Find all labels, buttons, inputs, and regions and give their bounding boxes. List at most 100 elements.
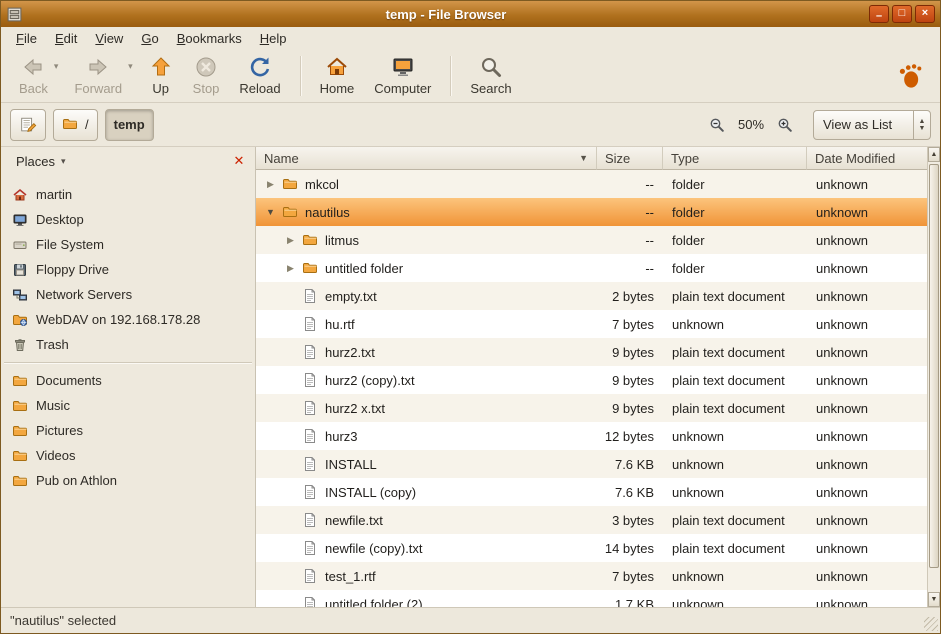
file-row-hurz3[interactable]: hurz312 bytesunknownunknown xyxy=(256,422,927,450)
menu-edit[interactable]: Edit xyxy=(46,29,86,48)
back-button[interactable]: Back xyxy=(9,52,58,99)
sidebar-close-button[interactable]: ✕ xyxy=(230,152,248,170)
titlebar[interactable]: temp - File Browser – □ × xyxy=(1,1,940,27)
menu-go[interactable]: Go xyxy=(132,29,167,48)
file-row-litmus[interactable]: ▶litmus--folderunknown xyxy=(256,226,927,254)
list-header: Name ▼ Size Type Date Modified xyxy=(256,147,927,170)
forward-button[interactable]: Forward xyxy=(64,52,132,99)
file-name: newfile (copy).txt xyxy=(325,541,423,556)
menu-bookmarks[interactable]: Bookmarks xyxy=(168,29,251,48)
reload-button[interactable]: Reload xyxy=(229,52,290,99)
column-header-date-modified[interactable]: Date Modified xyxy=(807,147,927,170)
minimize-button[interactable]: – xyxy=(869,5,889,23)
file-name: hu.rtf xyxy=(325,317,355,332)
home-label: Home xyxy=(320,81,355,96)
sidebar-item-desktop[interactable]: Desktop xyxy=(1,207,255,232)
sidebar-item-label: Pub on Athlon xyxy=(36,473,117,488)
chevron-down-icon: ▾ xyxy=(61,156,66,167)
maximize-button[interactable]: □ xyxy=(892,5,912,23)
scrollbar-track[interactable] xyxy=(928,162,940,592)
sidebar-item-pictures[interactable]: Pictures xyxy=(1,418,255,443)
sidebar-item-network-servers[interactable]: Network Servers xyxy=(1,282,255,307)
expander-expanded-icon[interactable]: ▼ xyxy=(263,207,278,217)
file-row-untitled-folder-2[interactable]: untitled folder (2)1.7 KBunknownunknown xyxy=(256,590,927,607)
file-name: nautilus xyxy=(305,205,350,220)
sidebar-item-label: Music xyxy=(36,398,70,413)
date-modified-cell: unknown xyxy=(807,597,927,608)
sidebar-item-label: Videos xyxy=(36,448,76,463)
sidebar-item-label: Floppy Drive xyxy=(36,262,109,277)
forward-history-dropdown-icon[interactable]: ▾ xyxy=(128,61,133,72)
menu-view[interactable]: View xyxy=(86,29,132,48)
stop-button[interactable]: Stop xyxy=(183,52,230,99)
back-icon xyxy=(21,55,45,79)
column-header-name[interactable]: Name ▼ xyxy=(256,147,597,170)
home-icon xyxy=(12,187,28,203)
up-button[interactable]: Up xyxy=(139,52,183,99)
edit-location-toggle[interactable] xyxy=(10,109,46,141)
scroll-down-icon[interactable]: ▼ xyxy=(928,592,940,607)
date-modified-cell: unknown xyxy=(807,177,927,192)
text-file-icon xyxy=(302,372,318,388)
text-file-icon xyxy=(302,456,318,472)
sidebar-item-martin[interactable]: martin xyxy=(1,182,255,207)
file-row-test-1-rtf[interactable]: test_1.rtf7 bytesunknownunknown xyxy=(256,562,927,590)
sidebar-item-file-system[interactable]: File System xyxy=(1,232,255,257)
scrollbar-thumb[interactable] xyxy=(929,164,939,568)
file-name: hurz2 x.txt xyxy=(325,401,385,416)
file-row-empty-txt[interactable]: empty.txt2 bytesplain text documentunkno… xyxy=(256,282,927,310)
expander-collapsed-icon[interactable]: ▶ xyxy=(283,263,298,274)
column-header-size[interactable]: Size xyxy=(597,147,663,170)
sidebar-item-pub-on-athlon[interactable]: Pub on Athlon xyxy=(1,468,255,493)
name-cell: newfile.txt xyxy=(256,512,597,528)
sidebar-item-documents[interactable]: Documents xyxy=(1,368,255,393)
menu-help[interactable]: Help xyxy=(251,29,296,48)
folder-icon xyxy=(302,232,318,248)
file-row-install[interactable]: INSTALL7.6 KBunknownunknown xyxy=(256,450,927,478)
desktop-icon xyxy=(12,212,28,228)
file-row-untitled-folder[interactable]: ▶untitled folder--folderunknown xyxy=(256,254,927,282)
size-cell: 2 bytes xyxy=(597,289,663,304)
file-row-hurz2-x-txt[interactable]: hurz2 x.txt9 bytesplain text documentunk… xyxy=(256,394,927,422)
home-button[interactable]: Home xyxy=(310,52,365,99)
column-header-type[interactable]: Type xyxy=(663,147,807,170)
file-row-hurz2-txt[interactable]: hurz2.txt9 bytesplain text documentunkno… xyxy=(256,338,927,366)
computer-button[interactable]: Computer xyxy=(364,52,441,99)
file-row-nautilus[interactable]: ▼nautilus--folderunknown xyxy=(256,198,927,226)
file-list-pane: Name ▼ Size Type Date Modified ▶mkcol--f… xyxy=(256,147,940,607)
sidebar-item-music[interactable]: Music xyxy=(1,393,255,418)
path-current-button[interactable]: temp xyxy=(105,109,154,141)
places-dropdown[interactable]: Places ▾ xyxy=(8,151,74,172)
name-cell: empty.txt xyxy=(256,288,597,304)
scroll-up-icon[interactable]: ▲ xyxy=(928,147,940,162)
resize-grip[interactable] xyxy=(924,617,938,631)
file-name: test_1.rtf xyxy=(325,569,376,584)
close-button[interactable]: × xyxy=(915,5,935,23)
file-name: mkcol xyxy=(305,177,339,192)
zoom-out-button[interactable] xyxy=(706,114,728,136)
file-row-mkcol[interactable]: ▶mkcol--folderunknown xyxy=(256,170,927,198)
sidebar-item-webdav-on-192-168-178-28[interactable]: WebDAV on 192.168.178.28 xyxy=(1,307,255,332)
file-name: untitled folder (2) xyxy=(325,597,423,608)
file-name: empty.txt xyxy=(325,289,377,304)
date-modified-cell: unknown xyxy=(807,429,927,444)
file-row-hu-rtf[interactable]: hu.rtf7 bytesunknownunknown xyxy=(256,310,927,338)
zoom-in-button[interactable] xyxy=(774,114,796,136)
expander-collapsed-icon[interactable]: ▶ xyxy=(283,235,298,246)
size-cell: -- xyxy=(597,261,663,276)
menu-file[interactable]: File xyxy=(7,29,46,48)
file-row-install-copy[interactable]: INSTALL (copy)7.6 KBunknownunknown xyxy=(256,478,927,506)
expander-collapsed-icon[interactable]: ▶ xyxy=(263,179,278,190)
view-mode-select[interactable]: View as List ▲▼ xyxy=(813,110,931,140)
file-row-hurz2-copy-txt[interactable]: hurz2 (copy).txt9 bytesplain text docume… xyxy=(256,366,927,394)
path-root-button[interactable]: / xyxy=(53,109,98,141)
file-row-newfile-txt[interactable]: newfile.txt3 bytesplain text documentunk… xyxy=(256,506,927,534)
sidebar-item-videos[interactable]: Videos xyxy=(1,443,255,468)
sidebar-item-floppy-drive[interactable]: Floppy Drive xyxy=(1,257,255,282)
search-button[interactable]: Search xyxy=(460,52,521,99)
file-row-newfile-copy-txt[interactable]: newfile (copy).txt14 bytesplain text doc… xyxy=(256,534,927,562)
name-cell: ▶ mkcol xyxy=(256,176,597,192)
vertical-scrollbar[interactable]: ▲ ▼ xyxy=(927,147,940,607)
sidebar-item-trash[interactable]: Trash xyxy=(1,332,255,357)
back-history-dropdown-icon[interactable]: ▾ xyxy=(54,61,59,72)
